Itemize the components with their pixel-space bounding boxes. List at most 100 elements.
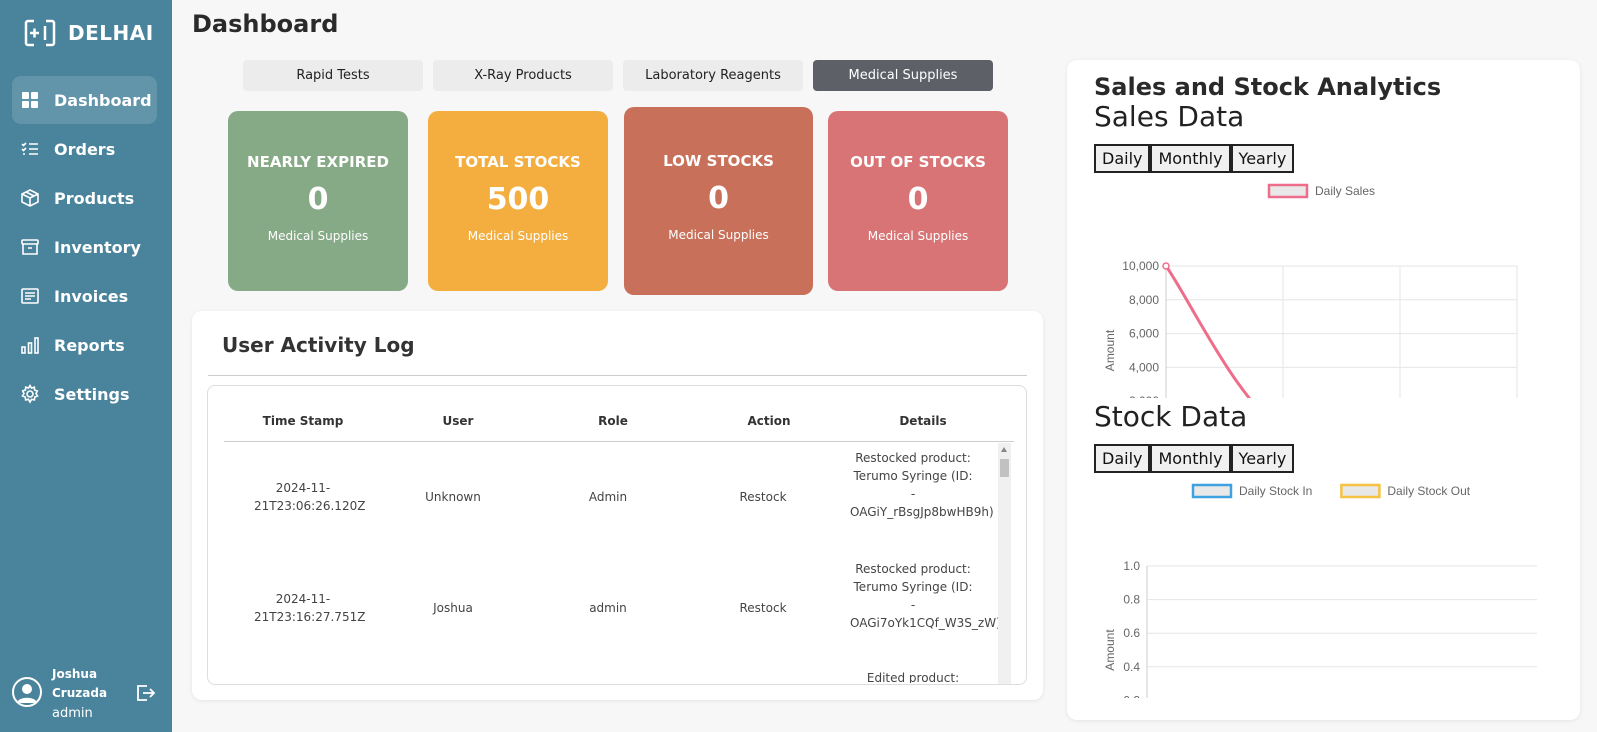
column-header: Time Stamp <box>262 414 344 428</box>
table-body: 2024-11-21T23:06:26.120Z Unknown Admin R… <box>224 443 999 683</box>
y-tick-label: 8,000 <box>1129 293 1159 307</box>
page-title: Dashboard <box>192 10 339 38</box>
y-tick-label: 0.8 <box>1123 593 1140 607</box>
stock-data-title: Stock Data <box>1094 400 1248 433</box>
card-title: NEARLY EXPIRED <box>247 153 389 171</box>
y-tick-label: 1.0 <box>1123 559 1140 573</box>
analytics-title: Sales and Stock Analytics <box>1094 73 1442 101</box>
box-icon <box>20 188 40 208</box>
sales-chart: Daily Sales02,0004,0006,0008,00010,00020… <box>1067 178 1580 398</box>
sidebar: DELHAI Dashboard Orders Products Invento… <box>0 0 172 732</box>
sidebar-item-products[interactable]: Products <box>12 174 157 222</box>
legend-swatch <box>1340 483 1381 499</box>
out-of-stocks-card[interactable]: OUT OF STOCKS 0 Medical Supplies <box>828 111 1008 291</box>
stock-yearly-button[interactable]: Yearly <box>1230 444 1295 473</box>
card-value: 0 <box>907 182 929 217</box>
sales-yearly-button[interactable]: Yearly <box>1230 144 1295 173</box>
y-tick-label: 10,000 <box>1122 259 1159 273</box>
stock-chart: Daily Stock InDaily Stock Out00.20.40.60… <box>1067 478 1580 698</box>
y-tick-label: 0.6 <box>1123 626 1140 640</box>
sidebar-item-orders[interactable]: Orders <box>12 125 157 173</box>
tab-rapid-tests[interactable]: Rapid Tests <box>243 60 423 91</box>
column-header: Role <box>598 414 628 428</box>
category-tabs: Rapid Tests X-Ray Products Laboratory Re… <box>243 60 993 91</box>
logout-icon[interactable] <box>134 682 156 704</box>
bar-chart-icon <box>20 335 40 355</box>
sidebar-item-reports[interactable]: Reports <box>12 321 157 369</box>
stock-period-toggle: Daily Monthly Yearly <box>1094 444 1295 473</box>
card-value: 0 <box>307 182 329 217</box>
stock-daily-button[interactable]: Daily <box>1094 444 1151 473</box>
sidebar-item-label: Orders <box>54 139 116 159</box>
tab-x-ray-products[interactable]: X-Ray Products <box>433 60 613 91</box>
sidebar-item-invoices[interactable]: Invoices <box>12 272 157 320</box>
card-title: TOTAL STOCKS <box>455 153 581 171</box>
activity-log-title: User Activity Log <box>222 333 415 357</box>
sales-daily-button[interactable]: Daily <box>1094 144 1151 173</box>
gear-icon <box>20 384 40 404</box>
user-role: admin <box>52 706 93 721</box>
y-axis-label: Amount <box>1103 629 1117 671</box>
brand-name: DELHAI <box>68 21 154 45</box>
y-tick-label: 2,000 <box>1129 394 1159 398</box>
column-header: Action <box>747 414 791 428</box>
series-line <box>1164 265 1252 398</box>
scroll-up-icon[interactable] <box>1001 447 1007 452</box>
legend-swatch <box>1191 483 1233 499</box>
low-stocks-card[interactable]: LOW STOCKS 0 Medical Supplies <box>624 107 813 295</box>
y-tick-label: 0.2 <box>1123 693 1140 698</box>
action-cell: Restock <box>739 601 787 615</box>
stat-cards: NEARLY EXPIRED 0 Medical Supplies TOTAL … <box>228 107 1008 295</box>
divider <box>208 375 1027 376</box>
sales-period-toggle: Daily Monthly Yearly <box>1094 144 1295 173</box>
card-subtitle: Medical Supplies <box>668 228 769 242</box>
activity-log-panel: User Activity Log Time Stamp User Role A… <box>192 311 1043 700</box>
activity-table: Time Stamp User Role Action Details 2024… <box>207 385 1027 685</box>
invoice-icon <box>20 286 40 306</box>
tab-laboratory-reagents[interactable]: Laboratory Reagents <box>623 60 803 91</box>
legend-swatch <box>1267 183 1309 199</box>
legend-label: Daily Sales <box>1315 184 1375 198</box>
timestamp-cell: 2024-11-21T23:16:27.751Z <box>254 592 366 624</box>
sidebar-item-label: Reports <box>54 335 125 355</box>
user-cell: Joshua <box>433 601 473 615</box>
grid-icon <box>20 90 40 110</box>
data-point <box>1162 262 1170 270</box>
sidebar-item-label: Dashboard <box>54 90 152 110</box>
action-cell: Restock <box>739 490 787 504</box>
list-icon <box>20 139 40 159</box>
user-profile: Joshua Cruzada admin <box>12 665 162 725</box>
scrollbar[interactable] <box>998 443 1011 684</box>
tab-medical-supplies[interactable]: Medical Supplies <box>813 60 993 91</box>
role-cell: admin <box>589 601 627 615</box>
sidebar-item-dashboard[interactable]: Dashboard <box>12 76 157 124</box>
sales-monthly-button[interactable]: Monthly <box>1150 144 1231 173</box>
card-subtitle: Medical Supplies <box>867 229 969 243</box>
legend-label: Daily Stock In <box>1239 484 1312 498</box>
total-stocks-card[interactable]: TOTAL STOCKS 500 Medical Supplies <box>428 111 608 291</box>
card-subtitle: Medical Supplies <box>467 229 569 243</box>
sidebar-item-label: Settings <box>54 384 130 404</box>
sidebar-item-settings[interactable]: Settings <box>12 370 157 418</box>
card-title: LOW STOCKS <box>663 152 774 170</box>
sidebar-item-inventory[interactable]: Inventory <box>12 223 157 271</box>
y-tick-label: 6,000 <box>1129 327 1159 341</box>
archive-icon <box>20 237 40 257</box>
logo-icon <box>24 19 56 47</box>
brand[interactable]: DELHAI <box>24 18 154 48</box>
stock-monthly-button[interactable]: Monthly <box>1150 444 1231 473</box>
avatar[interactable] <box>12 677 42 707</box>
details-cell: Restocked product: Terumo Syringe (ID: -… <box>850 451 994 519</box>
sidebar-item-label: Products <box>54 188 135 208</box>
y-tick-label: 0.4 <box>1123 660 1140 674</box>
stock-chart-svg: Daily Stock InDaily Stock Out00.20.40.60… <box>1103 483 1537 698</box>
table-header: Time Stamp User Role Action Details <box>224 386 1014 442</box>
sidebar-item-label: Invoices <box>54 286 129 306</box>
user-name: Joshua Cruzada <box>52 667 108 700</box>
details-cell: Edited product: <box>866 671 960 683</box>
scrollbar-thumb[interactable] <box>1000 459 1009 477</box>
y-tick-label: 4,000 <box>1129 360 1159 374</box>
legend-label: Daily Stock Out <box>1387 484 1470 498</box>
card-value: 0 <box>708 181 729 216</box>
nearly-expired-card[interactable]: NEARLY EXPIRED 0 Medical Supplies <box>228 111 408 291</box>
